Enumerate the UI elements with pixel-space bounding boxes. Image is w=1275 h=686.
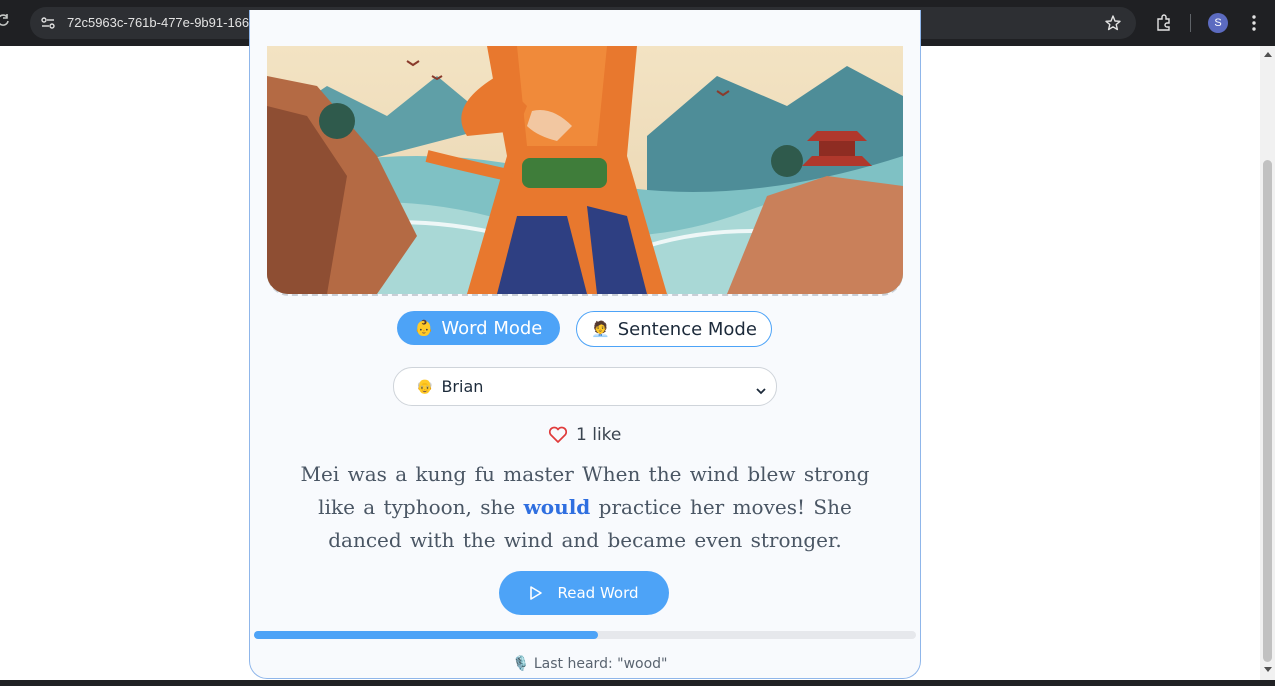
heart-icon[interactable] — [548, 426, 568, 444]
sentence-mode-button[interactable]: 🧑‍💼 Sentence Mode — [576, 311, 772, 347]
word-mode-label: Word Mode — [441, 317, 543, 339]
story-illustration — [267, 46, 903, 296]
browser-menu-icon[interactable] — [1246, 13, 1262, 33]
play-icon — [530, 586, 543, 600]
baby-emoji-icon: 👶 — [414, 319, 434, 337]
reload-icon[interactable] — [0, 13, 10, 27]
site-settings-icon[interactable] — [40, 15, 56, 31]
like-counter[interactable]: 1 like — [548, 424, 621, 446]
word-mode-button[interactable]: 👶 Word Mode — [397, 311, 560, 345]
chevron-down-icon — [756, 381, 766, 395]
current-word-highlight: would — [523, 495, 591, 519]
read-word-button[interactable]: Read Word — [499, 571, 669, 615]
reader-select-value: Brian — [441, 377, 484, 396]
reading-progress-fill — [254, 631, 599, 639]
office-worker-emoji-icon: 🧑‍💼 — [591, 320, 610, 338]
bookmark-star-icon[interactable] — [1104, 14, 1122, 32]
old-man-emoji-icon: 👴 — [416, 378, 434, 395]
read-word-label: Read Word — [557, 584, 639, 602]
scrollbar-thumb[interactable] — [1263, 160, 1272, 662]
toolbar-divider — [1190, 14, 1191, 32]
last-heard-status: 🎙️ Last heard: "wood" — [512, 656, 668, 672]
reader-select[interactable]: 👴 Brian — [393, 367, 777, 406]
reading-progress-bar — [254, 631, 916, 639]
profile-avatar[interactable]: S — [1208, 13, 1228, 33]
scroll-up-arrow-icon[interactable] — [1264, 52, 1272, 57]
scroll-down-arrow-icon[interactable] — [1264, 667, 1272, 672]
window-bottom-edge — [0, 680, 1275, 686]
story-passage: Mei was a kung fu master When the wind b… — [280, 458, 890, 557]
sentence-mode-label: Sentence Mode — [617, 318, 757, 340]
like-count-label: 1 like — [576, 425, 622, 445]
extensions-icon[interactable] — [1154, 13, 1174, 33]
